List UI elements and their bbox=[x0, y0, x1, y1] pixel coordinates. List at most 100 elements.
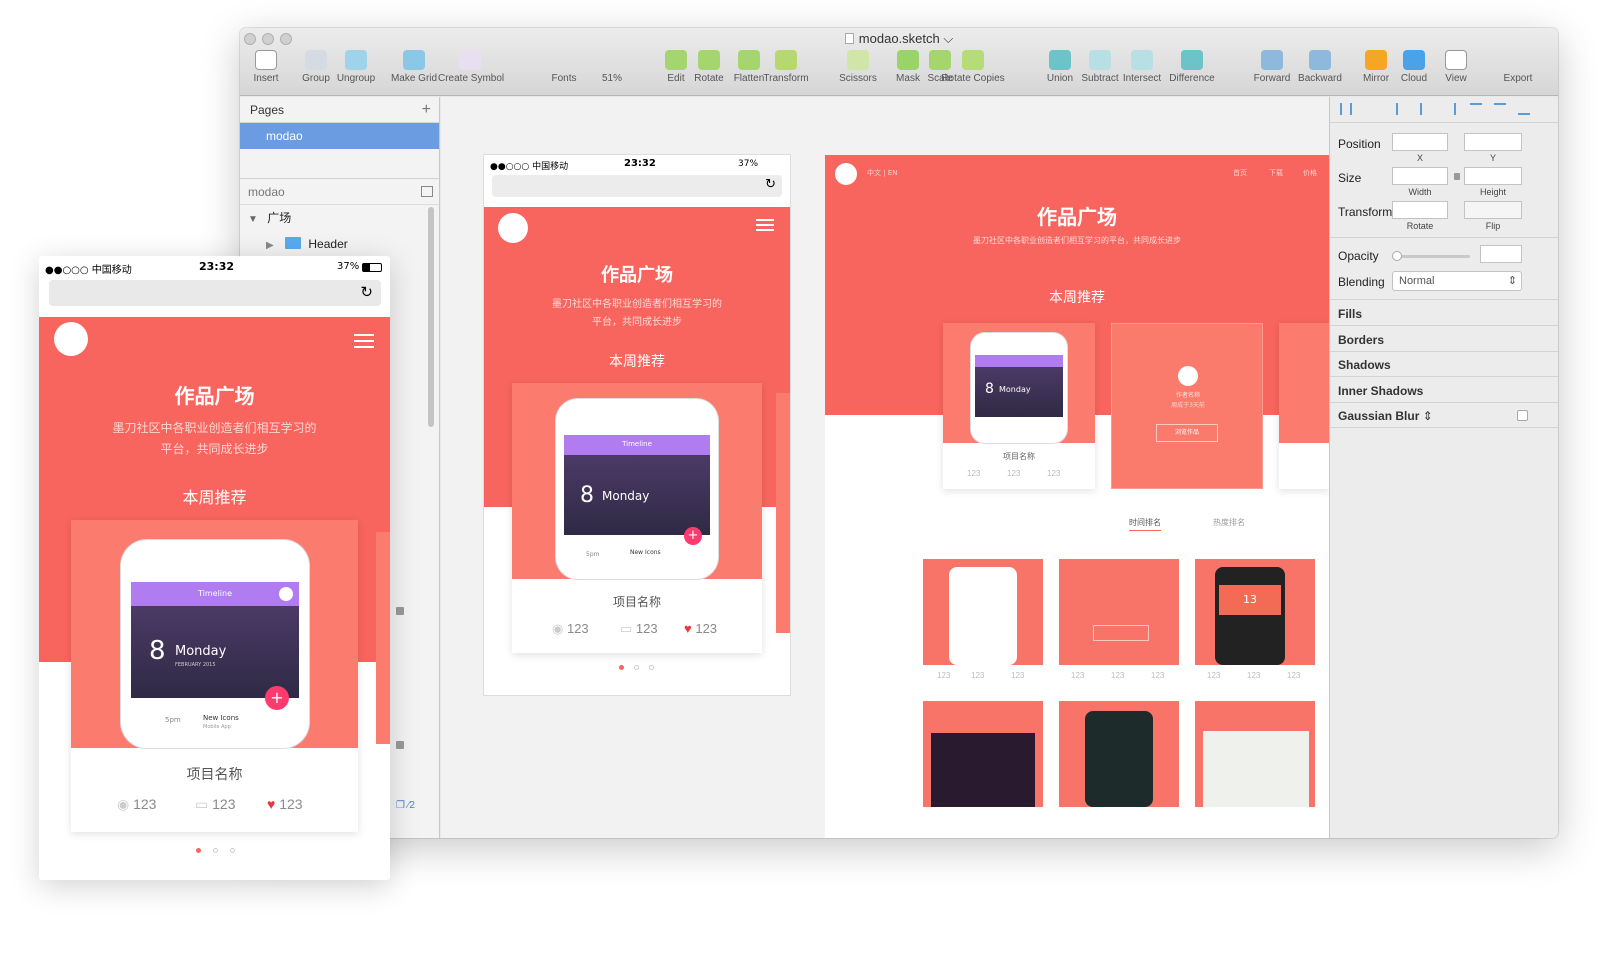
lock-icon[interactable] bbox=[396, 741, 404, 749]
clock-text: 23:32 bbox=[624, 158, 656, 169]
opacity-slider-knob[interactable] bbox=[1392, 251, 1402, 261]
gallery-thumb[interactable] bbox=[1059, 701, 1179, 807]
align-top-icon[interactable] bbox=[1470, 103, 1482, 115]
shadows-section[interactable]: Shadows bbox=[1338, 358, 1391, 372]
add-page-button[interactable]: + bbox=[422, 97, 431, 123]
lock-icon[interactable] bbox=[396, 607, 404, 615]
toolbar-51-button[interactable]: 51% bbox=[580, 50, 644, 94]
gaussian-blur-checkbox[interactable] bbox=[1517, 410, 1528, 421]
toolbar: modao.sketch ⌵ Insert Group Ungroup Make Gr… bbox=[240, 28, 1558, 96]
zoom-icon bbox=[601, 50, 623, 70]
nav-download[interactable]: 下载 bbox=[1269, 168, 1283, 178]
blending-select[interactable]: Normal ⇕ bbox=[1392, 271, 1522, 291]
toolbar-view-button[interactable]: View bbox=[1424, 50, 1488, 94]
position-y-input[interactable] bbox=[1464, 133, 1522, 151]
opacity-slider[interactable] bbox=[1392, 251, 1470, 261]
menu-icon[interactable] bbox=[756, 219, 774, 221]
heart-icon: ♥ bbox=[684, 621, 692, 636]
hero-title: 作品广场 bbox=[601, 265, 673, 286]
author-avatar bbox=[1178, 366, 1198, 386]
toolbar-export-button[interactable]: Export bbox=[1486, 50, 1550, 94]
flip-buttons[interactable] bbox=[1464, 201, 1522, 219]
gallery-thumb[interactable] bbox=[1059, 559, 1179, 665]
pager-dot-active[interactable] bbox=[196, 848, 201, 853]
scissors-icon bbox=[847, 50, 869, 70]
project-card[interactable]: Timeline 8 Monday FEBRUARY 2015 + 5pm Ne… bbox=[71, 520, 358, 832]
toolbar-backward-button[interactable]: Backward bbox=[1288, 50, 1352, 94]
pager-dot[interactable] bbox=[213, 848, 218, 853]
layer-group-guangchang[interactable]: ▼ 广场 bbox=[240, 205, 439, 231]
layer-header[interactable]: ▶ Header bbox=[240, 231, 439, 257]
address-bar[interactable]: ↻ bbox=[49, 280, 381, 306]
page-item-modao[interactable]: modao bbox=[240, 123, 439, 149]
modao-logo-icon bbox=[835, 163, 857, 185]
gallery-thumb[interactable]: 13 bbox=[1195, 559, 1315, 665]
views-stat: ◉ 123 bbox=[117, 796, 157, 812]
pager-dot[interactable] bbox=[230, 848, 235, 853]
gallery-thumb[interactable] bbox=[923, 559, 1043, 665]
distribute-icon[interactable] bbox=[1340, 103, 1352, 115]
week-heading: 本周推荐 bbox=[182, 488, 247, 507]
project-name: 项目名称 bbox=[186, 767, 243, 783]
likes-stat: ♥ 123 bbox=[267, 796, 303, 812]
browse-button[interactable]: 浏览作品 bbox=[1156, 424, 1218, 442]
gaussian-blur-section[interactable]: Gaussian Blur ⇕ bbox=[1338, 409, 1433, 423]
width-input[interactable] bbox=[1392, 167, 1448, 185]
menu-icon[interactable] bbox=[354, 334, 374, 336]
gallery-thumb[interactable] bbox=[923, 701, 1043, 807]
battery-text: 37% bbox=[337, 261, 360, 272]
carrier-text: ●●○○○ 中国移动 bbox=[490, 162, 569, 172]
lock-ratio-icon[interactable] bbox=[1454, 173, 1460, 180]
web-artboard[interactable]: 中文 | EN 首页 下载 价格 作品广场 墨刀社区中各职业创造者们相互学习的平… bbox=[825, 155, 1329, 838]
inner-shadows-section[interactable]: Inner Shadows bbox=[1338, 384, 1423, 398]
comments-stat: ▭ 123 bbox=[195, 796, 236, 812]
sketch-window: modao.sketch ⌵ Insert Group Ungroup Make Gr… bbox=[240, 28, 1558, 838]
language-switch[interactable]: 中文 | EN bbox=[867, 168, 897, 178]
toolbar-rotate-copies-button[interactable]: Rotate Copies bbox=[941, 50, 1005, 94]
mobile-preview[interactable]: ●●○○○ 中国移动 23:32 37% ↻ 作品广场 墨刀社区中各职业创造者们… bbox=[39, 256, 390, 880]
web-hover-card[interactable]: 作者名称 周成于3天前 浏览作品 bbox=[1111, 323, 1263, 489]
nav-price[interactable]: 价格 bbox=[1303, 168, 1317, 178]
pager-dot[interactable] bbox=[649, 665, 654, 670]
toolbar-create-symbol-button[interactable]: Create Symbol bbox=[438, 50, 504, 94]
nav-home[interactable]: 首页 bbox=[1233, 168, 1247, 178]
pager-dot-active[interactable] bbox=[619, 665, 624, 670]
difference-icon bbox=[1181, 50, 1203, 70]
tab-hot-rank[interactable]: 热度排名 bbox=[1213, 517, 1245, 528]
align-right-icon[interactable] bbox=[1444, 103, 1456, 115]
mobile-artboard[interactable]: ●●○○○ 中国移动 23:32 37% ↻ 作品广场 墨刀社区中各职业创造者们… bbox=[484, 155, 790, 695]
ungroup-icon bbox=[345, 50, 367, 70]
add-icon: + bbox=[265, 686, 289, 710]
toolbar-transform-button[interactable]: Transform bbox=[754, 50, 818, 94]
cloud-icon bbox=[1403, 50, 1425, 70]
tab-time-rank[interactable]: 时间排名 bbox=[1129, 517, 1161, 531]
position-x-input[interactable] bbox=[1392, 133, 1448, 151]
pager-dot[interactable] bbox=[634, 665, 639, 670]
align-bottom-icon[interactable] bbox=[1518, 103, 1530, 115]
toolbar-difference-button[interactable]: Difference bbox=[1160, 50, 1224, 94]
toolbar-make-grid-button[interactable]: Make Grid bbox=[382, 50, 446, 94]
align-left-icon[interactable] bbox=[1396, 103, 1408, 115]
rotate-input[interactable] bbox=[1392, 201, 1448, 219]
align-center-icon[interactable] bbox=[1420, 103, 1432, 115]
project-card[interactable]: Timeline 8 Monday + 5pm New Icons 项目名称 ◉… bbox=[512, 383, 762, 653]
reload-icon[interactable]: ↻ bbox=[360, 283, 373, 301]
gallery-thumb[interactable] bbox=[1195, 701, 1315, 807]
web-hero-subtitle: 墨刀社区中各职业创造者们相互学习的平台，共同成长进步 bbox=[973, 236, 1181, 245]
artboard-item[interactable]: modao bbox=[240, 179, 439, 205]
fills-section[interactable]: Fills bbox=[1338, 307, 1362, 321]
plus-icon bbox=[255, 50, 277, 70]
align-middle-icon[interactable] bbox=[1494, 103, 1506, 115]
web-featured-card[interactable]: 8 Monday 项目名称 123 123 123 bbox=[943, 323, 1095, 489]
reload-icon[interactable]: ↻ bbox=[765, 177, 776, 192]
sidebar-scrollbar[interactable] bbox=[428, 207, 434, 427]
canvas[interactable]: ●●○○○ 中国移动 23:32 37% ↻ 作品广场 墨刀社区中各职业创造者们… bbox=[441, 97, 1329, 838]
comments-stat: ▭ 123 bbox=[620, 621, 658, 636]
phone-mockup: Timeline 8 Monday FEBRUARY 2015 + 5pm Ne… bbox=[121, 540, 309, 748]
height-input[interactable] bbox=[1464, 167, 1522, 185]
borders-section[interactable]: Borders bbox=[1338, 333, 1384, 347]
opacity-input[interactable] bbox=[1480, 245, 1522, 263]
carrier-text: ●●○○○ 中国移动 bbox=[45, 265, 132, 276]
toolbar-ungroup-button[interactable]: Ungroup bbox=[324, 50, 388, 94]
address-bar[interactable]: ↻ bbox=[492, 175, 782, 197]
